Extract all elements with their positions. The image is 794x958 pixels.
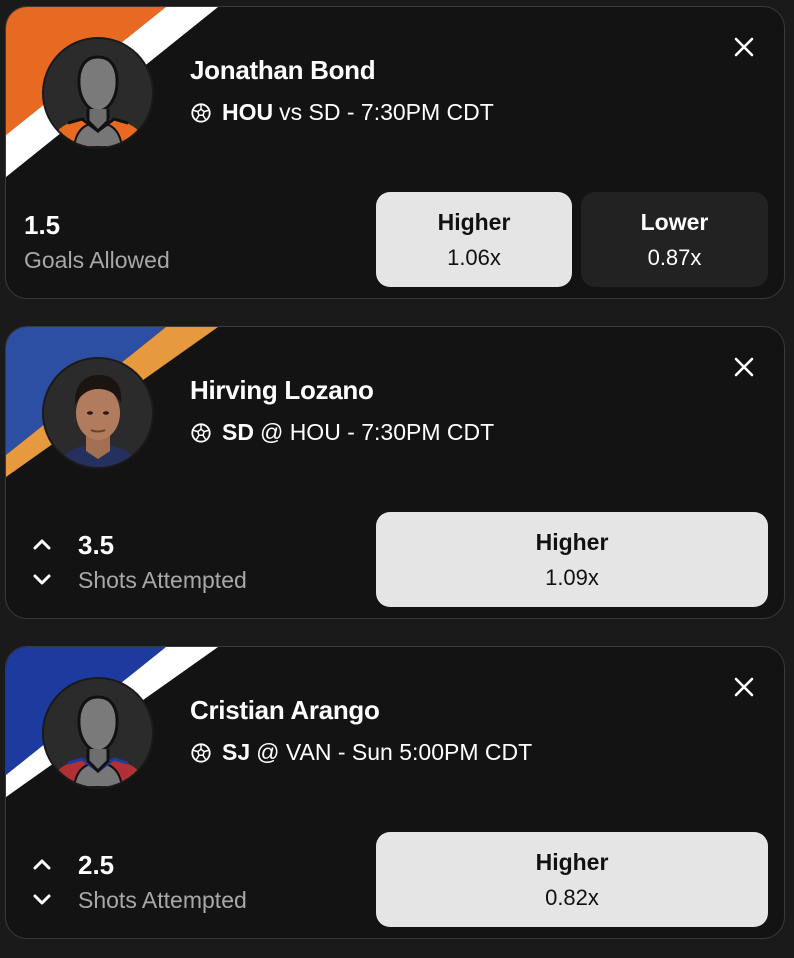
player-name: Jonathan Bond [190, 55, 376, 85]
higher-multiplier: 1.06x [447, 244, 501, 270]
projection-line: 3.5 [78, 530, 115, 560]
game-details: @ HOU - 7:30PM CDT [259, 419, 495, 445]
game-details: vs SD - 7:30PM CDT [279, 99, 494, 125]
projection: 1.5 Goals Allowed [24, 210, 170, 276]
player-name: Cristian Arango [190, 695, 380, 725]
stat-type: Goals Allowed [24, 247, 170, 273]
player-team: SD [222, 419, 254, 445]
line-adjuster [30, 533, 54, 593]
higher-label: Higher [535, 528, 609, 555]
projection: 3.5 Shots Attempted [78, 530, 247, 596]
stat-type: Shots Attempted [78, 887, 247, 913]
player-avatar [42, 677, 154, 789]
chevron-up-icon[interactable] [30, 533, 54, 557]
stat-type: Shots Attempted [78, 567, 247, 593]
projection-line: 1.5 [24, 210, 61, 240]
lower-button[interactable]: Lower 0.87x [581, 192, 768, 287]
player-photo [44, 359, 152, 467]
player-avatar [42, 37, 154, 149]
player-silhouette-icon [44, 39, 152, 147]
soccer-ball-icon [191, 742, 211, 763]
close-icon[interactable] [730, 353, 758, 381]
projection: 2.5 Shots Attempted [78, 850, 247, 916]
pick-card: Hirving Lozano SD @ HOU - 7:30PM CDT 3.5… [5, 326, 785, 619]
game-info: SJ @ VAN - Sun 5:00PM CDT [190, 739, 532, 766]
soccer-ball-icon [191, 102, 211, 123]
chevron-down-icon[interactable] [30, 567, 54, 591]
game-info: HOU vs SD - 7:30PM CDT [190, 99, 494, 126]
chevron-up-icon[interactable] [30, 853, 54, 877]
lower-label: Lower [640, 208, 709, 235]
higher-button[interactable]: Higher 1.06x [376, 192, 572, 287]
soccer-ball-icon [191, 422, 211, 443]
player-team: SJ [222, 739, 251, 765]
close-icon[interactable] [730, 33, 758, 61]
higher-label: Higher [535, 848, 609, 875]
pick-card: Jonathan Bond HOU vs SD - 7:30PM CDT 1.5… [5, 6, 785, 299]
pick-card: Cristian Arango SJ @ VAN - Sun 5:00PM CD… [5, 646, 785, 939]
lower-multiplier: 0.87x [647, 244, 702, 270]
player-name: Hirving Lozano [190, 375, 374, 405]
player-team: HOU [222, 99, 274, 125]
game-info: SD @ HOU - 7:30PM CDT [190, 419, 494, 446]
projection-line: 2.5 [78, 850, 115, 880]
higher-multiplier: 0.82x [545, 884, 599, 910]
player-avatar [42, 357, 154, 469]
higher-button[interactable]: Higher 0.82x [376, 832, 768, 927]
picks-list: Jonathan Bond HOU vs SD - 7:30PM CDT 1.5… [0, 0, 794, 958]
chevron-down-icon[interactable] [30, 887, 54, 911]
higher-button[interactable]: Higher 1.09x [376, 512, 768, 607]
close-icon[interactable] [730, 673, 758, 701]
higher-multiplier: 1.09x [545, 564, 599, 590]
player-silhouette-icon [44, 679, 152, 787]
line-adjuster [30, 853, 54, 913]
higher-label: Higher [437, 208, 511, 235]
game-details: @ VAN - Sun 5:00PM CDT [256, 739, 533, 765]
